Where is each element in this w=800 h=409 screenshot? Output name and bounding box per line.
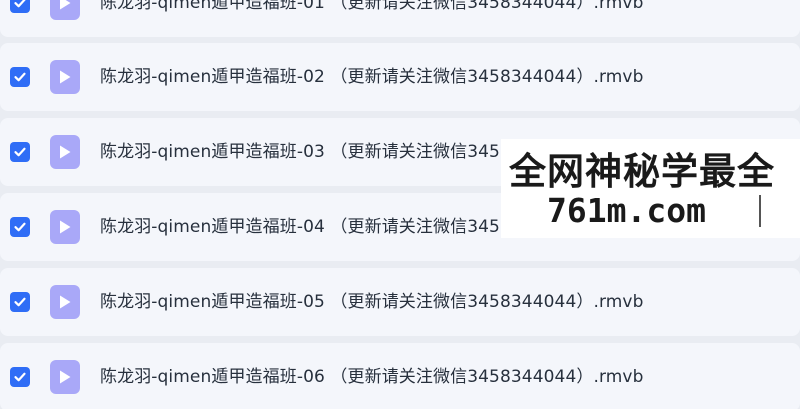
file-name[interactable]: 陈龙羽-qimen遁甲造福班-05 （更新请关注微信3458344044）.rm… [100, 268, 643, 336]
row-checkbox[interactable] [10, 217, 30, 237]
row-checkbox[interactable] [10, 292, 30, 312]
play-icon [60, 370, 71, 384]
file-name[interactable]: 陈龙羽-qimen遁甲造福班-01 （更新请关注微信3458344044）.rm… [100, 0, 643, 37]
file-row[interactable]: 陈龙羽-qimen遁甲造福班-05 （更新请关注微信3458344044）.rm… [0, 268, 800, 336]
check-icon [14, 147, 26, 157]
file-row[interactable]: 陈龙羽-qimen遁甲造福班-06 （更新请关注微信3458344044）.rm… [0, 343, 800, 409]
watermark-divider [759, 195, 761, 227]
check-icon [14, 72, 26, 82]
check-icon [14, 0, 26, 8]
file-name[interactable]: 陈龙羽-qimen遁甲造福班-06 （更新请关注微信3458344044）.rm… [100, 343, 643, 409]
check-icon [14, 222, 26, 232]
video-file-icon [50, 60, 80, 94]
play-icon [60, 220, 71, 234]
play-icon [60, 145, 71, 159]
video-file-icon [50, 0, 80, 20]
video-file-icon [50, 135, 80, 169]
watermark-overlay: 全网神秘学最全 761m.com [501, 139, 800, 238]
video-file-icon [50, 285, 80, 319]
play-icon [60, 295, 71, 309]
check-icon [14, 372, 26, 382]
file-row[interactable]: 陈龙羽-qimen遁甲造福班-01 （更新请关注微信3458344044）.rm… [0, 0, 800, 37]
row-checkbox[interactable] [10, 67, 30, 87]
row-checkbox[interactable] [10, 367, 30, 387]
video-file-icon [50, 360, 80, 394]
file-name[interactable]: 陈龙羽-qimen遁甲造福班-02 （更新请关注微信3458344044）.rm… [100, 43, 643, 111]
watermark-url: 761m.com [547, 191, 706, 230]
file-list: 陈龙羽-qimen遁甲造福班-01 （更新请关注微信3458344044）.rm… [0, 0, 800, 409]
video-file-icon [50, 210, 80, 244]
file-row[interactable]: 陈龙羽-qimen遁甲造福班-02 （更新请关注微信3458344044）.rm… [0, 43, 800, 111]
row-checkbox[interactable] [10, 0, 30, 13]
row-checkbox[interactable] [10, 142, 30, 162]
play-icon [60, 70, 71, 84]
play-icon [60, 0, 71, 10]
watermark-title: 全网神秘学最全 [509, 150, 775, 193]
check-icon [14, 297, 26, 307]
